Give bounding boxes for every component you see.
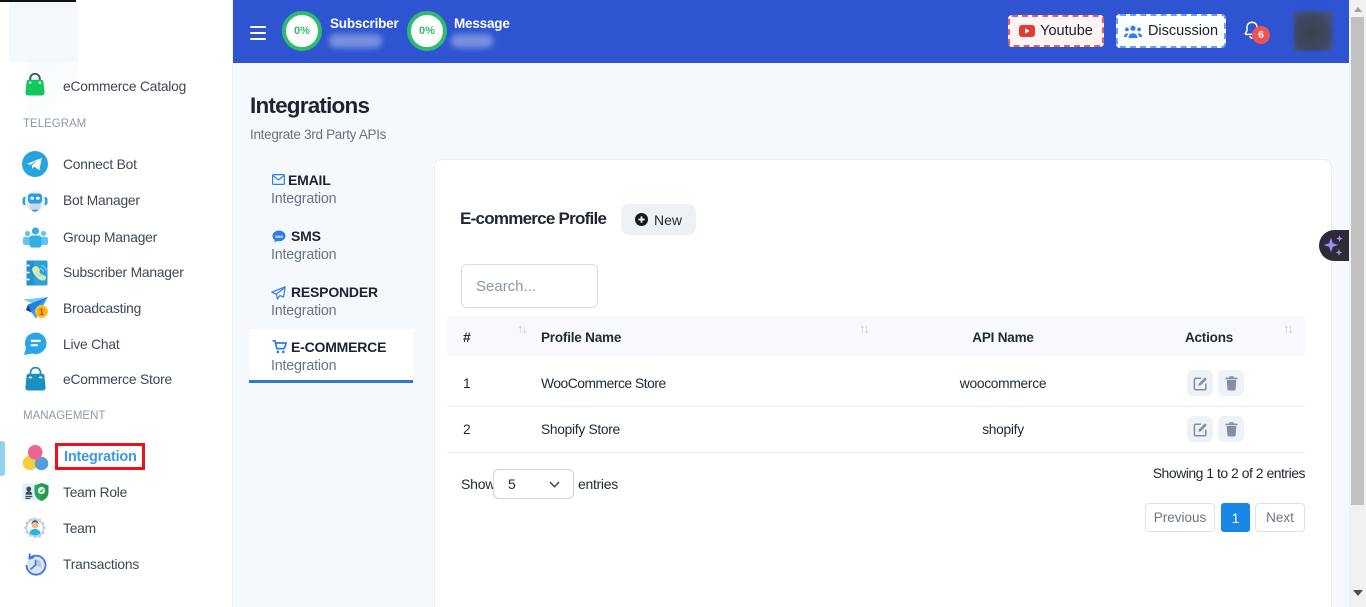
svg-text:1: 1 (39, 307, 45, 318)
svg-text:SMS: SMS (275, 235, 283, 239)
